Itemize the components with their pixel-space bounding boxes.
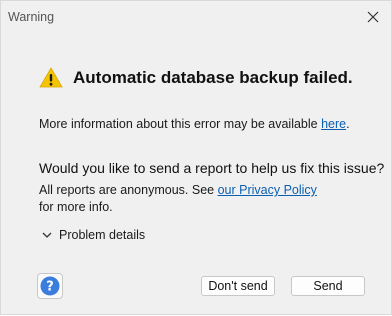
more-info-text: More information about this error may be…: [39, 117, 350, 131]
headline-row: Automatic database backup failed.: [39, 63, 353, 93]
info-prefix: More information about this error may be…: [39, 117, 322, 131]
anon-suffix: for more info.: [39, 200, 113, 214]
warning-dialog: Warning Automatic database backup failed…: [0, 0, 392, 315]
dialog-content: Automatic database backup failed. More i…: [1, 33, 391, 316]
close-button[interactable]: [361, 5, 385, 29]
window-title: Warning: [8, 10, 55, 24]
send-report-question: Would you like to send a report to help …: [39, 160, 385, 176]
error-headline: Automatic database backup failed.: [73, 68, 353, 87]
dont-send-button[interactable]: Don't send: [201, 276, 275, 296]
warning-icon: [39, 67, 63, 88]
privacy-policy-link[interactable]: our Privacy Policy: [218, 183, 317, 197]
dont-send-label: Don't send: [208, 279, 268, 293]
problem-details-toggle[interactable]: Problem details: [41, 228, 145, 242]
help-icon: ?: [40, 276, 60, 296]
title-bar: Warning: [1, 1, 391, 33]
send-label: Send: [313, 279, 343, 293]
info-suffix: .: [346, 117, 350, 131]
anonymous-notice: All reports are anonymous. See our Priva…: [39, 182, 359, 216]
here-link[interactable]: here: [321, 117, 346, 131]
help-button[interactable]: ?: [37, 273, 63, 299]
send-button[interactable]: Send: [291, 276, 365, 296]
chevron-down-icon: [42, 232, 52, 238]
problem-details-label: Problem details: [59, 228, 146, 242]
svg-text:?: ?: [46, 280, 54, 295]
close-icon: [367, 11, 379, 23]
anon-prefix: All reports are anonymous. See: [39, 183, 218, 197]
